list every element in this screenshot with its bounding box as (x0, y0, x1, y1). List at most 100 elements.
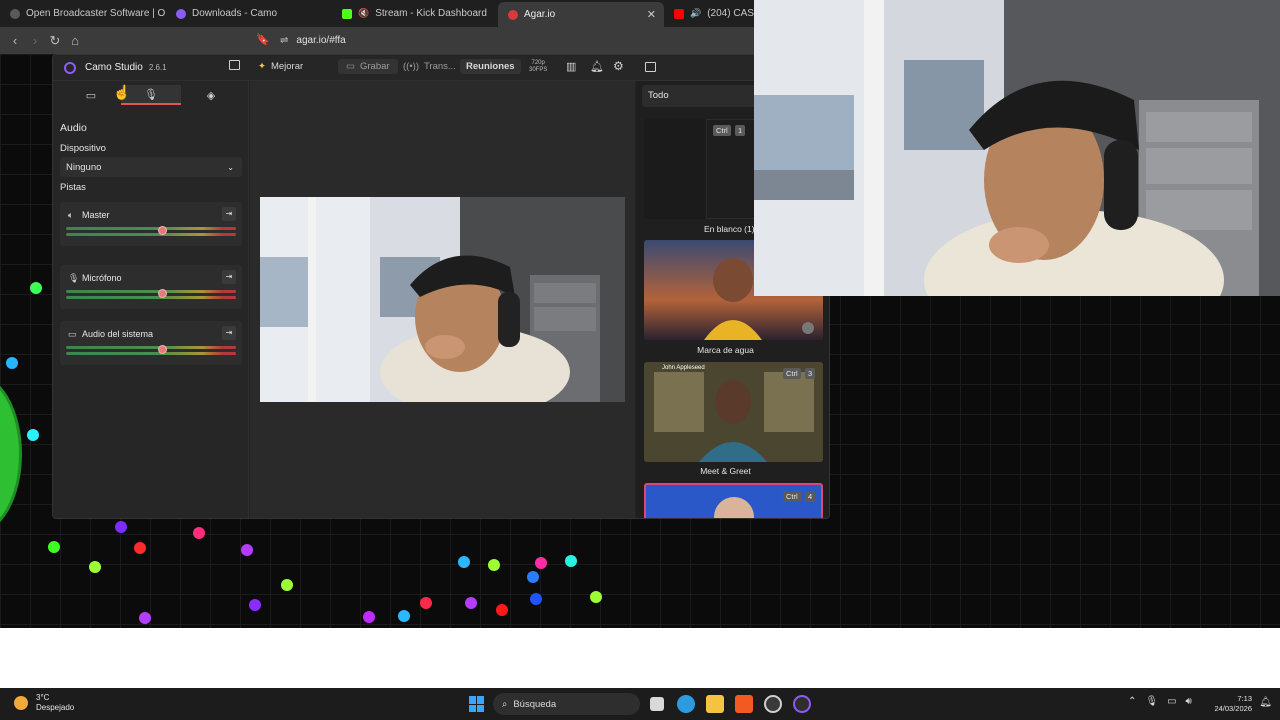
scene-thumbnail (714, 497, 754, 518)
settings-gear-icon[interactable]: ⚙ (613, 59, 624, 73)
edge-icon[interactable] (677, 695, 695, 713)
url-field[interactable]: ⇌ agar.io/#ffa (280, 31, 346, 50)
food-pellet (527, 571, 539, 583)
tab-agario[interactable]: Agar.io ✕ (498, 2, 664, 27)
bell-icon[interactable]: 🔔︎ (590, 60, 604, 73)
shortcut-ctrl: Ctrl (713, 125, 731, 136)
forward-icon[interactable]: › (25, 33, 45, 48)
track-name: Micrófono (82, 273, 122, 283)
taskbar: 3°C Despejado ⌕ Búsqueda ⌃ 🎙︎ ▭ 🔊︎ 7:13 … (0, 688, 1280, 720)
agario-icon (508, 9, 518, 20)
tab-camera[interactable]: ▭ (61, 85, 121, 105)
tab-camo-downloads[interactable]: Downloads - Camo (166, 0, 332, 27)
weather-widget[interactable]: 3°C Despejado (14, 693, 74, 713)
volume-icon[interactable]: 🔊︎ (1186, 696, 1192, 707)
device-select[interactable]: Ninguno ⌄ (60, 157, 242, 177)
mouse-cursor-icon: ☝ (113, 84, 131, 100)
monitor-icon: ▭ (68, 329, 77, 339)
scene-label: Marca de agua (697, 345, 754, 355)
level-meter (66, 233, 236, 236)
blank-area (0, 628, 1280, 688)
webcam-overlay (754, 0, 1280, 296)
mic-icon: 🎙︎ (144, 88, 158, 101)
track-settings-icon[interactable]: ⇥ (222, 270, 236, 284)
grabar-button[interactable]: ▭ Grabar (338, 59, 398, 74)
network-icon[interactable]: ▭ (1167, 696, 1176, 707)
tab-label: Open Broadcaster Software | OBS (26, 8, 166, 19)
volume-slider[interactable] (158, 289, 167, 298)
bookmark-icon[interactable]: 🔖 (256, 33, 270, 46)
camo-icon[interactable] (793, 695, 811, 713)
scene-meet-greet[interactable]: John Appleseed Ctrl 3 (644, 362, 823, 462)
sidebar-toggle-icon[interactable] (229, 60, 240, 70)
device-label: Dispositivo (60, 143, 106, 154)
camera-preview-image (260, 197, 625, 402)
start-icon[interactable] (469, 696, 485, 712)
track-settings-icon[interactable]: ⇥ (222, 207, 236, 221)
taskbar-search[interactable]: ⌕ Búsqueda (493, 693, 640, 715)
speaker-icon: 🔊 (690, 8, 702, 18)
food-pellet (89, 561, 101, 573)
kick-icon (342, 8, 352, 19)
app-version: 2.6.1 (148, 63, 167, 72)
food-pellet (281, 579, 293, 591)
back-icon[interactable]: ‹ (5, 33, 25, 48)
file-explorer-icon[interactable] (706, 695, 724, 713)
layers-icon: ◈ (206, 89, 216, 102)
reload-icon[interactable]: ↻ (45, 33, 65, 49)
mic-icon[interactable]: 🎙︎ (1145, 696, 1158, 707)
tab-kick-dashboard[interactable]: 🔇 Stream - Kick Dashboard (332, 0, 498, 27)
search-placeholder: Búsqueda (513, 698, 557, 710)
notification-bell-icon[interactable]: 🔔︎ (1259, 697, 1272, 708)
obs-icon[interactable] (764, 695, 782, 713)
volume-slider[interactable] (158, 345, 167, 354)
reuniones-label: Reuniones (466, 61, 515, 72)
shortcut-ctrl: Ctrl (783, 368, 801, 379)
transmitir-button[interactable]: ((•)) Trans... (403, 61, 456, 72)
food-pellet (27, 429, 39, 441)
tab-layers[interactable]: ◈ (181, 85, 241, 105)
mejorar-button[interactable]: ✦ Mejorar (258, 61, 303, 72)
url-text: agar.io/#ffa (296, 35, 346, 46)
time: 7:13 (1237, 694, 1252, 703)
camo-sidebar: ▭ 🎙︎ ◈ ☝ Audio Dispositivo Ninguno ⌄ Pis… (53, 81, 249, 518)
site-info-icon[interactable]: ⇌ (280, 35, 288, 46)
brave-icon[interactable] (735, 695, 753, 713)
record-icon: ▭ (346, 61, 355, 72)
layout-icon[interactable]: ▥ (566, 60, 576, 73)
shortcut-key: 3 (805, 368, 816, 379)
food-pellet (139, 612, 151, 624)
device-value: Ninguno (66, 161, 102, 173)
sparkle-icon: ✦ (258, 61, 266, 72)
shortcut-key: 1 (735, 125, 746, 136)
tab-obs[interactable]: Open Broadcaster Software | OBS (0, 0, 166, 27)
clock[interactable]: 7:13 24/03/2026 (1214, 694, 1252, 714)
tab-label: Downloads - Camo (192, 8, 278, 19)
reuniones-button[interactable]: Reuniones (460, 59, 521, 74)
task-view-icon[interactable] (650, 697, 664, 711)
camo-studio-window: Camo Studio 2.6.1 ✦ Mejorar ▭ Grabar ((•))… (52, 54, 830, 519)
home-icon[interactable]: ⌂ (65, 33, 85, 48)
food-pellet (590, 591, 602, 603)
food-pellet (193, 527, 205, 539)
shortcut-key: 4 (805, 491, 816, 502)
food-pellet (6, 357, 18, 369)
scene-4[interactable]: Ctrl 4 (644, 483, 823, 518)
food-pellet (134, 542, 146, 554)
obs-icon (10, 8, 20, 19)
audio-heading: Audio (60, 122, 87, 134)
close-tab-icon[interactable]: ✕ (647, 8, 656, 21)
overlay-name: John Appleseed (662, 365, 705, 371)
level-meter (66, 227, 236, 230)
weather-condition: Despejado (36, 703, 75, 712)
track-settings-icon[interactable]: ⇥ (222, 326, 236, 340)
panel-toggle-icon[interactable] (645, 62, 656, 72)
resolution-badge[interactable]: 720p 30FPS (529, 60, 547, 74)
level-meter (66, 352, 236, 355)
tracks-label: Pistas (60, 182, 86, 193)
chevron-up-icon[interactable]: ⌃ (1128, 696, 1136, 707)
camo-toolbar: Camo Studio 2.6.1 ✦ Mejorar ▭ Grabar ((•))… (53, 55, 829, 81)
volume-slider[interactable] (158, 226, 167, 235)
food-pellet (115, 521, 127, 533)
camera-preview[interactable] (260, 197, 625, 402)
